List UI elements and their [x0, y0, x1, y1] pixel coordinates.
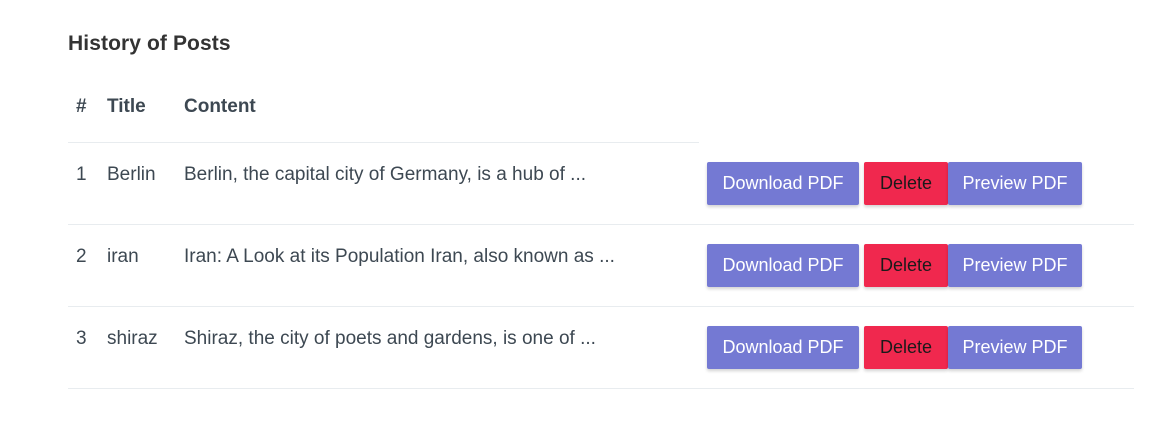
- table-row: 1 Berlin Berlin, the capital city of Ger…: [68, 143, 1134, 225]
- row-actions: Download PDF Delete Preview PDF: [707, 162, 1082, 205]
- download-pdf-button[interactable]: Download PDF: [707, 326, 859, 369]
- preview-pdf-button[interactable]: Preview PDF: [948, 162, 1082, 205]
- column-header-number: #: [76, 96, 87, 117]
- row-number: 3: [76, 328, 87, 349]
- table-row: 3 shiraz Shiraz, the city of poets and g…: [68, 307, 1134, 389]
- row-content: Berlin, the capital city of Germany, is …: [184, 164, 586, 185]
- row-number: 1: [76, 164, 87, 185]
- page-title: History of Posts: [68, 32, 231, 55]
- row-content: Iran: A Look at its Population Iran, als…: [184, 246, 615, 267]
- row-title: shiraz: [107, 328, 158, 349]
- posts-history-page: History of Posts # Title Content 1 Berli…: [0, 0, 1173, 434]
- row-content: Shiraz, the city of poets and gardens, i…: [184, 328, 596, 349]
- delete-button[interactable]: Delete: [864, 162, 948, 205]
- column-header-title: Title: [107, 96, 146, 117]
- download-pdf-button[interactable]: Download PDF: [707, 162, 859, 205]
- delete-button[interactable]: Delete: [864, 326, 948, 369]
- download-pdf-button[interactable]: Download PDF: [707, 244, 859, 287]
- posts-table: # Title Content 1 Berlin Berlin, the cap…: [68, 76, 1134, 389]
- row-title: Berlin: [107, 164, 156, 185]
- row-actions: Download PDF Delete Preview PDF: [707, 244, 1082, 287]
- row-actions: Download PDF Delete Preview PDF: [707, 326, 1082, 369]
- row-title: iran: [107, 246, 139, 267]
- row-number: 2: [76, 246, 87, 267]
- preview-pdf-button[interactable]: Preview PDF: [948, 244, 1082, 287]
- table-row: 2 iran Iran: A Look at its Population Ir…: [68, 225, 1134, 307]
- delete-button[interactable]: Delete: [864, 244, 948, 287]
- column-header-content: Content: [184, 96, 256, 117]
- table-header: # Title Content: [68, 76, 699, 143]
- preview-pdf-button[interactable]: Preview PDF: [948, 326, 1082, 369]
